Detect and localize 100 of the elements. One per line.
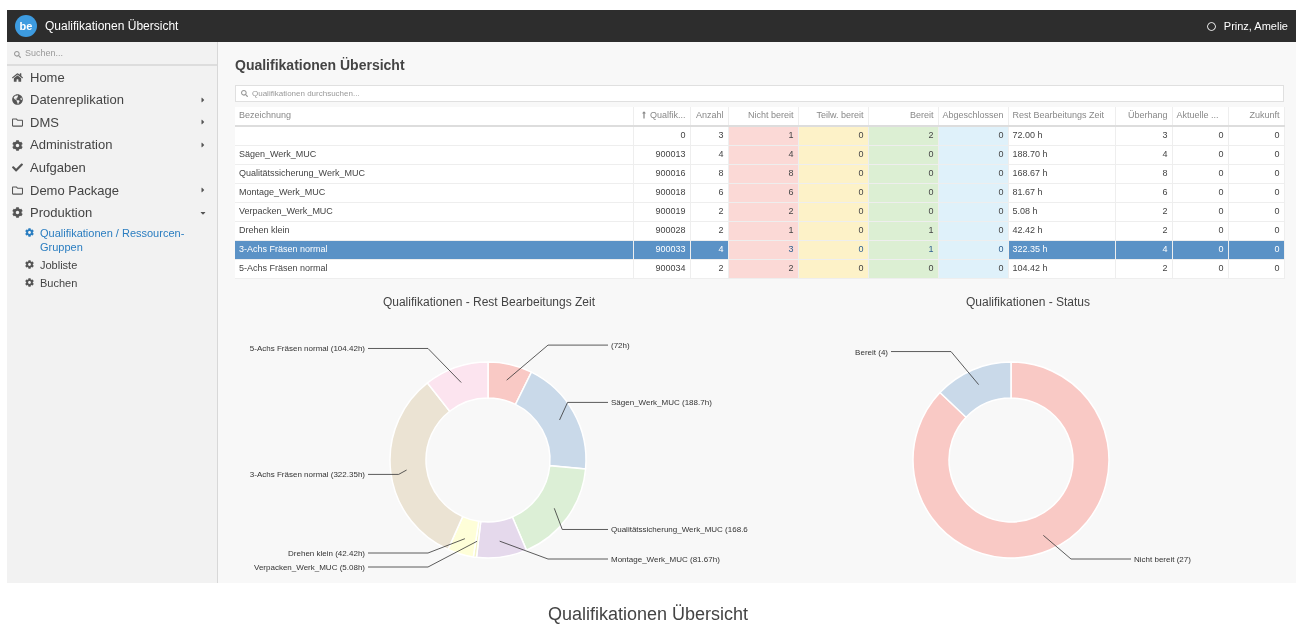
table-cell: 0 — [1172, 126, 1228, 145]
table-cell: 6 — [690, 183, 728, 202]
column-header[interactable]: Überhang — [1115, 107, 1172, 126]
table-cell: Verpacken_Werk_MUC — [235, 202, 633, 221]
table-cell: 4 — [1115, 240, 1172, 259]
slice-label: Qualitätssicherung_Werk_MUC (168.6 — [611, 525, 748, 534]
nav-item[interactable]: Administration — [7, 133, 217, 157]
slice-label: Verpacken_Werk_MUC (5.08h) — [254, 562, 365, 572]
leader-line — [553, 507, 609, 530]
column-header[interactable]: Qualfik... — [633, 107, 690, 126]
gear-icon — [25, 228, 34, 238]
nav-item[interactable]: Datenreplikation — [7, 88, 217, 112]
table-cell: 0 — [1172, 202, 1228, 221]
table-cell: Sägen_Werk_MUC — [235, 145, 633, 164]
nav-item[interactable]: DMS — [7, 111, 217, 134]
table-row[interactable]: Verpacken_Werk_MUC 900019 2 2 0 0 0 5.08 h 2 0 0 — [235, 202, 1284, 221]
folder-icon — [12, 184, 23, 196]
table-cell: 5.08 h — [1008, 202, 1115, 221]
slice-label: Drehen klein (42.42h) — [288, 548, 365, 558]
home-icon — [12, 71, 23, 83]
nav-subitem[interactable]: Jobliste — [7, 256, 217, 275]
gear-icon — [12, 139, 23, 151]
table-cell: 81.67 h — [1008, 183, 1115, 202]
table-cell: 3-Achs Fräsen normal — [235, 240, 633, 259]
slice-label: Nicht bereit (27) — [1134, 554, 1191, 564]
table-cell: 4 — [690, 240, 728, 259]
nav-item[interactable]: Home — [7, 66, 217, 89]
nav-item[interactable]: Aufgaben — [7, 156, 217, 179]
table-row[interactable]: Sägen_Werk_MUC 900013 4 4 0 0 0 188.70 h 4 0 0 — [235, 145, 1284, 164]
column-header[interactable]: Nicht bereit — [728, 107, 798, 126]
slice-label: Bereit (4) — [855, 347, 888, 357]
table-cell: 0 — [1172, 145, 1228, 164]
column-header[interactable]: Teilw. bereit — [798, 107, 868, 126]
search-field[interactable]: Qualifikationen durchsuchen... — [235, 85, 1284, 102]
nav-item[interactable]: Demo Package — [7, 178, 217, 202]
chart-title: Qualifikationen - Rest Bearbeitungs Zeit — [382, 293, 596, 311]
user-name[interactable]: Prinz, Amelie — [1223, 17, 1288, 35]
sort-arrow-icon — [640, 111, 648, 120]
column-header[interactable]: Bezeichnung — [235, 107, 633, 126]
globe-icon — [12, 94, 23, 106]
table-cell: 900034 — [633, 259, 690, 278]
table-cell: 8 — [690, 164, 728, 183]
table-row[interactable]: 5-Achs Fräsen normal 900034 2 2 0 0 0 104.42 h 2 0 0 — [235, 259, 1284, 278]
caret-icon — [199, 186, 207, 195]
slice-label: 3-Achs Fräsen normal (322.35h) — [249, 469, 365, 479]
search-icon — [241, 90, 248, 97]
slice-label: (72h) — [611, 340, 630, 350]
column-header[interactable]: Zukunft — [1228, 107, 1284, 126]
table-cell: 104.42 h — [1008, 259, 1115, 278]
caret-icon — [199, 95, 207, 104]
leader-line — [559, 401, 609, 420]
table-cell: 0 — [1172, 259, 1228, 278]
column-header[interactable]: Anzahl — [690, 107, 728, 126]
column-header[interactable]: Bereit — [868, 107, 938, 126]
table-cell: 0 — [1228, 164, 1284, 183]
gear-icon — [25, 260, 34, 270]
caret-icon — [199, 118, 207, 127]
table-row[interactable]: Montage_Werk_MUC 900018 6 6 0 0 0 81.67 h 6 0 0 — [235, 183, 1284, 202]
table-cell: 900028 — [633, 221, 690, 240]
column-header[interactable]: Aktuelle ... — [1172, 107, 1228, 126]
table-cell: 0 — [1172, 164, 1228, 183]
slice-label: Montage_Werk_MUC (81.67h) — [611, 554, 720, 564]
chart-title: Qualifikationen - Status — [965, 293, 1091, 311]
table-row[interactable]: 0 3 1 0 2 0 72.00 h 3 0 0 — [235, 126, 1284, 145]
table-cell: 0 — [633, 126, 690, 145]
table-cell: 188.70 h — [1008, 145, 1115, 164]
folder-icon — [12, 117, 23, 128]
gear-icon — [12, 207, 23, 219]
table-cell: 2 — [1115, 202, 1172, 221]
column-header[interactable]: Abgeschlossen — [938, 107, 1008, 126]
table-cell: 0 — [1228, 183, 1284, 202]
table-cell: Drehen klein — [235, 221, 633, 240]
table-cell: 3 — [690, 126, 728, 145]
table-cell: 72.00 h — [1008, 126, 1115, 145]
table-cell: Montage_Werk_MUC — [235, 183, 633, 202]
slice-label: 5-Achs Fräsen normal (104.42h) — [249, 344, 365, 353]
column-header[interactable]: Rest Bearbeitungs Zeit — [1008, 107, 1115, 126]
table-cell: 5-Achs Fräsen normal — [235, 259, 633, 278]
user-status-icon — [1206, 21, 1216, 31]
table-cell: 0 — [1228, 126, 1284, 145]
search-icon — [14, 51, 21, 58]
table-cell: 322.35 h — [1008, 240, 1115, 259]
page-heading: Qualifikationen Übersicht — [235, 56, 406, 75]
table-cell: 900019 — [633, 202, 690, 221]
table-cell: 0 — [1172, 183, 1228, 202]
leader-line — [367, 469, 407, 475]
table-cell: 2 — [690, 202, 728, 221]
table-row[interactable]: Qualitätssicherung_Werk_MUC 900016 8 8 0 0 0 168.67 h 8 0 0 — [235, 164, 1284, 183]
table-cell: 2 — [690, 221, 728, 240]
table-row[interactable]: Drehen klein 900028 2 1 0 1 0 42.42 h 2 0 0 — [235, 221, 1284, 240]
table-cell: 42.42 h — [1008, 221, 1115, 240]
search-field[interactable]: Suchen... — [7, 42, 217, 66]
table-cell: 0 — [1228, 202, 1284, 221]
check-icon — [12, 162, 23, 174]
table-cell: 2 — [1115, 259, 1172, 278]
table-cell: 6 — [1115, 183, 1172, 202]
table-cell: 0 — [1228, 221, 1284, 240]
nav-subitem[interactable]: Qualifikationen / Ressourcen-Gruppen — [7, 224, 217, 257]
nav-item[interactable]: Produktion — [7, 201, 217, 225]
nav-subitem[interactable]: Buchen — [7, 274, 217, 293]
